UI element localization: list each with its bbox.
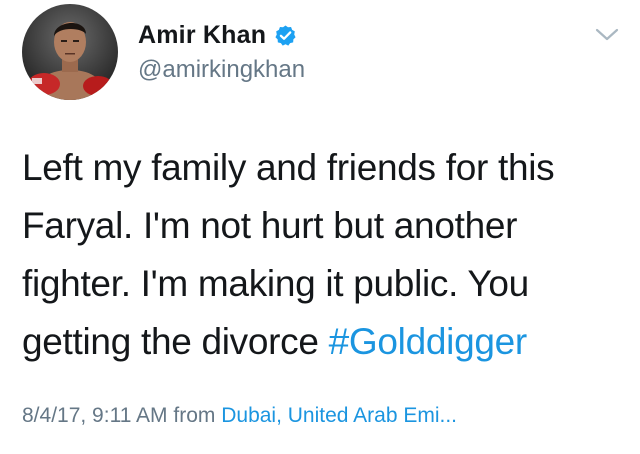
tweet-text-line: Left my family and friends for this	[22, 147, 555, 188]
display-name[interactable]: Amir Khan	[138, 21, 266, 50]
hashtag-link[interactable]: #Golddigger	[329, 321, 528, 362]
tweet-text: Left my family and friends for this Fary…	[22, 139, 622, 371]
tweet-card: Amir Khan @amirkingkhan Left my family a…	[0, 0, 640, 454]
verified-badge-icon	[274, 24, 297, 47]
tweet-text-segment: getting the divorce	[22, 321, 329, 362]
user-handle[interactable]: @amirkingkhan	[138, 56, 305, 84]
tweet-meta: 8/4/17, 9:11 AM from Dubai, United Arab …	[22, 404, 457, 428]
tweet-text-line: fighter. I'm making it public. You	[22, 263, 529, 304]
avatar[interactable]	[22, 4, 118, 100]
name-row: Amir Khan	[138, 18, 297, 52]
chevron-down-icon[interactable]	[594, 26, 620, 44]
location-link[interactable]: Dubai, United Arab Emi...	[221, 404, 457, 427]
timestamp[interactable]: 8/4/17, 9:11 AM	[22, 404, 168, 427]
tweet-text-line: Faryal. I'm not hurt but another	[22, 205, 518, 246]
tweet-header: Amir Khan @amirkingkhan	[22, 4, 622, 104]
from-label: from	[167, 404, 222, 427]
boxer-avatar-image	[22, 4, 118, 100]
tweet-text-line: getting the divorce #Golddigger	[22, 313, 622, 371]
